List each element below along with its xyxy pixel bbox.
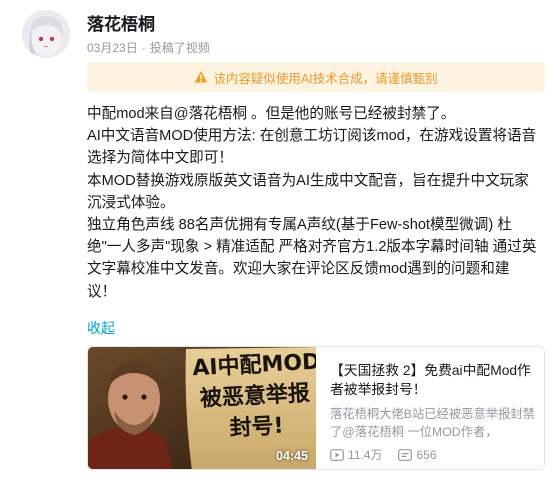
- video-card[interactable]: AI中配MOD 被恶意举报 封号! 04:45 【天国拯救 2】免费ai中配Mo…: [87, 346, 545, 470]
- ai-content-notice: 该内容疑似使用AI技术合成，请谨慎甄别: [87, 62, 545, 92]
- body-line: 沉浸式体验。: [87, 194, 175, 211]
- avatar[interactable]: [22, 10, 70, 58]
- body-line: 本MOD替换游戏原版英文语音为AI生成中文配音，旨在提升中文玩家: [87, 172, 529, 189]
- thumbnail-caption-line: 封号!: [228, 413, 285, 442]
- body-line: AI中文语音MOD使用方法: 在创意工坊订阅该mod，在游戏设置将语音: [87, 128, 537, 145]
- meta-separator: ·: [141, 41, 146, 55]
- post-meta: 03月23日 · 投稿了视频: [87, 39, 210, 56]
- body-line: 中配mod来自@落花梧桐 。但是他的账号已经被封禁了。: [87, 106, 456, 122]
- comment-count: 656: [398, 447, 437, 462]
- comment-icon: [398, 448, 413, 461]
- body-line: 绝"一人多声"现象 > 精准适配 严格对齐官方1.2版本字幕时间轴 通过英: [87, 239, 537, 256]
- post-date: 03月23日: [87, 41, 138, 55]
- author-name[interactable]: 落花梧桐: [87, 10, 155, 35]
- thumbnail-caption-line: 被恶意举报: [199, 381, 311, 412]
- video-thumbnail[interactable]: AI中配MOD 被恶意举报 封号! 04:45: [88, 347, 316, 469]
- collapse-button[interactable]: 收起: [87, 318, 115, 338]
- post-action: 投稿了视频: [149, 41, 210, 55]
- thumbnail-caption: AI中配MOD 被恶意举报 封号!: [192, 348, 316, 446]
- body-line: 独立角色声线 88名声优拥有专属A声纹(基于Few-shot模型微调) 杜: [87, 217, 512, 234]
- video-stats: 11.4万 656: [330, 446, 453, 463]
- body-line: 选择为简体中文即可！: [87, 150, 233, 167]
- warning-triangle-icon: [195, 71, 208, 83]
- avatar-image: [22, 10, 70, 58]
- ai-notice-text: 该内容疑似使用AI技术合成，请谨慎甄别: [213, 71, 438, 86]
- view-count: 11.4万: [330, 446, 382, 463]
- body-line: 议！: [87, 283, 117, 300]
- video-description: 落花梧桐大佬B站已经被恶意举报封禁了@落花梧桐 一位MOD作者，: [330, 407, 535, 439]
- view-count-value: 11.4万: [348, 448, 383, 462]
- video-title[interactable]: 【天国拯救 2】免费ai中配Mod作者被举报封号！: [330, 361, 536, 399]
- video-duration: 04:45: [276, 449, 308, 463]
- play-count-icon: [330, 448, 344, 461]
- comment-count-value: 656: [416, 447, 437, 462]
- body-line: 文字幕校准中文发音。欢迎大家在评论区反馈mod遇到的问题和建: [87, 261, 510, 278]
- post-body: 中配mod来自@落花梧桐 。但是他的账号已经被封禁了。 AI中文语音MOD使用方…: [87, 103, 549, 303]
